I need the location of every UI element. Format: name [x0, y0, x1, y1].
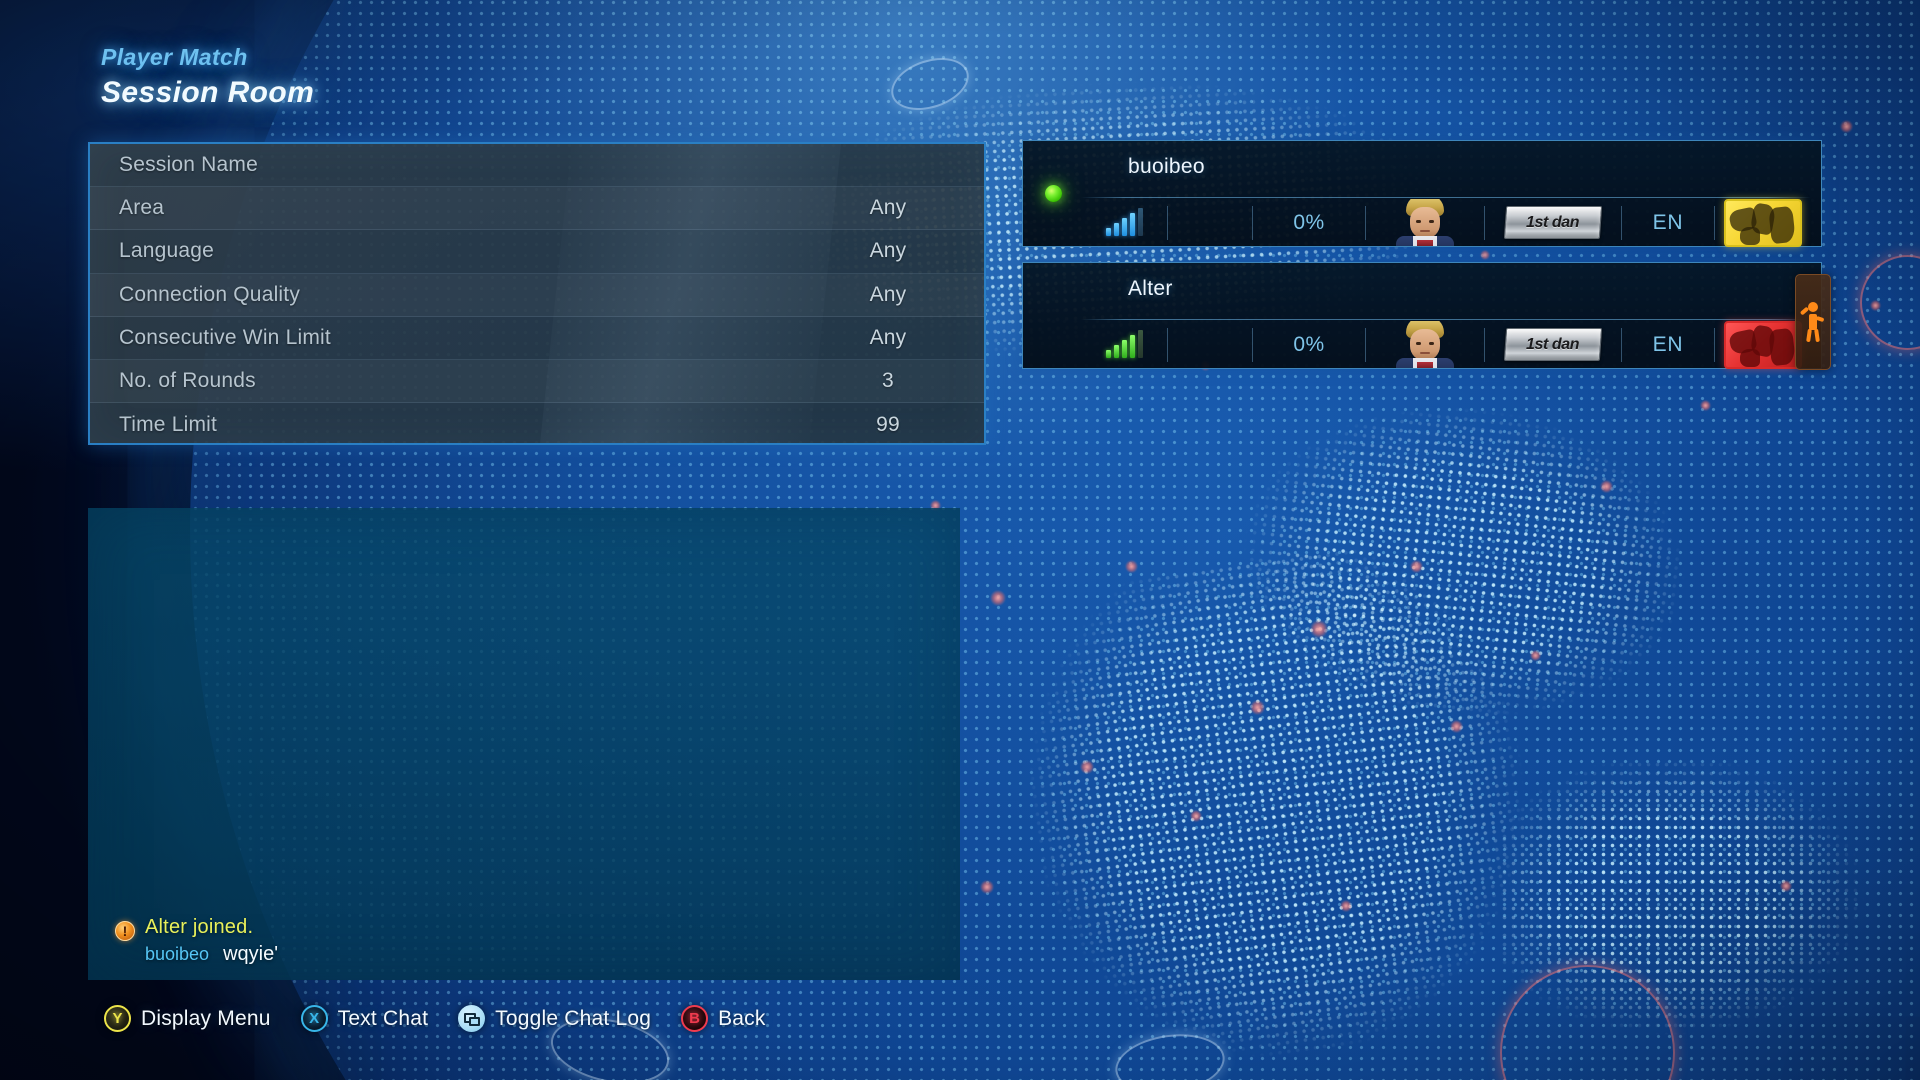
setting-label: Time Limit [119, 412, 218, 436]
language-value: EN [1652, 210, 1684, 234]
setting-row-connection-quality[interactable]: Connection Quality Any [90, 274, 984, 317]
setting-row-language[interactable]: Language Any [90, 230, 984, 274]
setting-value: Any [869, 196, 907, 220]
player-list: buoibeo 0% 1st dan EN Alter 0% 1st dan E… [1022, 140, 1822, 384]
chat-user-line: buoibeo wqyie' [115, 943, 940, 966]
chat-username: buoibeo [145, 944, 210, 964]
button-hint-bar: Y Display Menu X Text Chat Toggle Chat L… [104, 1005, 766, 1032]
setting-label: Area [119, 196, 165, 220]
y-button-icon: Y [104, 1005, 131, 1032]
setting-row-area[interactable]: Area Any [90, 187, 984, 231]
x-button-icon: X [300, 1005, 328, 1032]
setting-value: 99 [876, 412, 900, 436]
toggle-chat-log-button[interactable]: Toggle Chat Log [458, 1005, 651, 1032]
display-menu-button[interactable]: Y Display Menu [104, 1005, 271, 1032]
win-rate-value: 0% [1293, 210, 1325, 234]
setting-label: Language [119, 239, 215, 263]
region-flag-icon [1715, 198, 1811, 247]
setting-label: Connection Quality [119, 282, 301, 306]
player-stats-row: 0% 1st dan EN [1081, 320, 1811, 369]
chat-message-text: wqyie' [223, 943, 279, 965]
player-stats-row: 0% 1st dan EN [1081, 198, 1811, 247]
player-card[interactable]: buoibeo 0% 1st dan EN [1022, 140, 1822, 247]
back-label: Back [718, 1006, 766, 1030]
back-button[interactable]: B Back [681, 1005, 766, 1032]
toggle-chat-log-label: Toggle Chat Log [495, 1006, 652, 1030]
rank-label: 1st dan [1526, 335, 1580, 353]
text-chat-label: Text Chat [337, 1006, 429, 1030]
setting-label: Consecutive Win Limit [119, 325, 331, 349]
chat-messages: ! Alter joined. buoibeo wqyie' [115, 910, 940, 966]
card-divider-rule [1081, 319, 1811, 320]
b-button-icon: B [681, 1005, 709, 1032]
alert-icon-glyph: ! [122, 923, 128, 939]
page-title-block: Player Match Session Room [101, 44, 314, 110]
setting-value: Any [869, 282, 907, 306]
spectator-tab-button[interactable] [1795, 274, 1831, 370]
setting-value: Any [869, 239, 907, 263]
chat-log-panel[interactable]: ! Alter joined. buoibeo wqyie' [88, 508, 960, 980]
stat-spacer [1168, 321, 1252, 368]
online-status-icon [1045, 185, 1062, 202]
connection-strength-icon [1081, 321, 1167, 368]
page-subtitle: Player Match [101, 44, 248, 70]
card-divider-rule [1081, 197, 1811, 198]
connection-strength-icon [1081, 199, 1167, 246]
rank-badge: 1st dan [1485, 199, 1621, 246]
setting-value: 3 [882, 369, 894, 393]
rank-label: 1st dan [1526, 213, 1580, 231]
display-menu-label: Display Menu [141, 1006, 271, 1030]
setting-row-no-of-rounds[interactable]: No. of Rounds 3 [90, 360, 984, 404]
character-portrait [1366, 199, 1484, 246]
window-toggle-icon [458, 1005, 486, 1032]
setting-label: Session Name [119, 153, 258, 177]
setting-value: Any [869, 325, 907, 349]
character-portrait [1366, 321, 1484, 368]
win-rate-value: 0% [1293, 332, 1325, 356]
player-name: buoibeo [1128, 155, 1205, 178]
chat-system-line: ! Alter joined. [115, 916, 940, 941]
setting-row-time-limit[interactable]: Time Limit 99 [90, 403, 984, 443]
setting-label: No. of Rounds [119, 369, 256, 393]
language-value: EN [1652, 332, 1684, 356]
alert-icon: ! [115, 921, 135, 941]
setting-row-session-name[interactable]: Session Name [90, 144, 984, 188]
rank-badge: 1st dan [1485, 321, 1621, 368]
chat-system-text: Alter joined. [145, 916, 254, 938]
page-title: Session Room [101, 76, 315, 109]
person-raising-hand-icon [1799, 302, 1825, 343]
landmass-southeast [1500, 760, 1920, 1060]
session-settings-panel: Session Name Area Any Language Any Conne… [88, 142, 986, 445]
player-card[interactable]: Alter 0% 1st dan EN [1022, 262, 1822, 369]
player-name: Alter [1128, 277, 1173, 300]
stat-spacer [1168, 199, 1252, 246]
session-room-screen: Player Match Session Room Session Name A… [0, 0, 1920, 1080]
text-chat-button[interactable]: X Text Chat [300, 1005, 429, 1032]
setting-row-consecutive-win-limit[interactable]: Consecutive Win Limit Any [90, 317, 984, 360]
